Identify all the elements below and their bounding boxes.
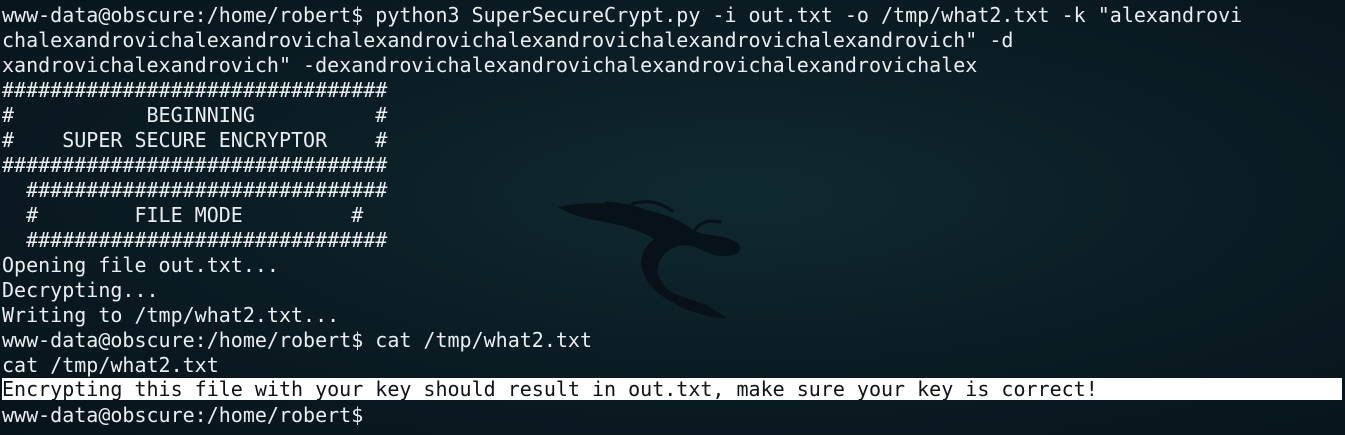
highlighted-output: Encrypting this file with your key shoul…	[2, 378, 1342, 400]
terminal-line-command: www-data@obscure:/home/robert$ python3 S…	[2, 3, 1243, 27]
terminal-line-command-wrap-1: chalexandrovichalexandrovichalexandrovic…	[2, 28, 1014, 52]
status-opening-file: Opening file out.txt...	[2, 253, 279, 277]
status-decrypting: Decrypting...	[2, 278, 159, 302]
file-mode-top-border: ##############################	[2, 178, 388, 202]
banner-top-border: ################################	[2, 78, 388, 102]
file-mode-label: # FILE MODE #	[2, 203, 364, 227]
terminal-line-cat-command: www-data@obscure:/home/robert$ cat /tmp/…	[2, 328, 593, 352]
banner-title-encryptor: # SUPER SECURE ENCRYPTOR #	[2, 128, 388, 152]
status-writing: Writing to /tmp/what2.txt...	[2, 303, 340, 327]
banner-title-beginning: # BEGINNING #	[2, 103, 388, 127]
terminal-line-command-wrap-2: xandrovichalexandrovich" -dexandrovichal…	[2, 53, 978, 77]
banner-bottom-border: ################################	[2, 153, 388, 177]
file-mode-bottom-border: ##############################	[2, 228, 388, 252]
terminal-prompt[interactable]: www-data@obscure:/home/robert$	[2, 403, 1342, 428]
terminal-line-cat-echo: cat /tmp/what2.txt	[2, 353, 219, 377]
terminal[interactable]: www-data@obscure:/home/robert$ python3 S…	[2, 3, 1342, 433]
